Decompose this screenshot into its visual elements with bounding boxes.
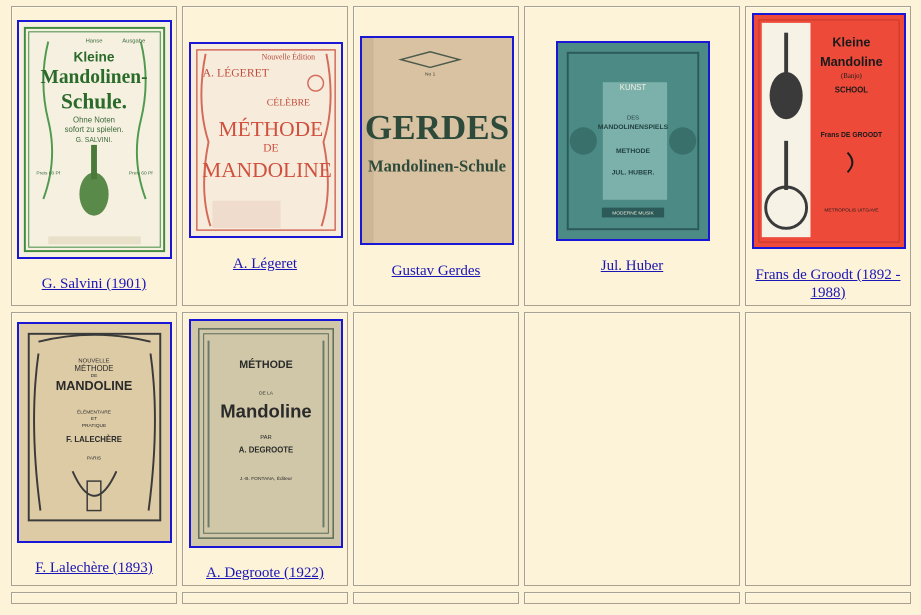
gallery-cell: Hanse Ausgabe Kleine Mandolinen- Schule.… xyxy=(11,6,177,306)
cover-text: MÉTHODE xyxy=(219,117,324,141)
cover-art: No 1 GERDES Mandolinen-Schule xyxy=(362,38,512,243)
cover-text: (Banjo) xyxy=(841,73,862,80)
cover-text: DE LA xyxy=(259,391,274,397)
gallery-cell-empty xyxy=(524,312,740,586)
book-caption-link[interactable]: Gustav Gerdes xyxy=(354,262,518,280)
cover-text: MANDOLINENSPIELS xyxy=(598,124,669,131)
cover-art: Nouvelle Édition A. LÉGERET CÉLÈBRE MÉTH… xyxy=(191,44,341,236)
gallery-cell: KUNST DES MANDOLINENSPIELS METHODE JUL. … xyxy=(524,6,740,306)
cover-text: MODERNE MUSIK xyxy=(612,210,654,216)
cover-text: Ausgabe xyxy=(122,39,145,45)
cover-text: SCHOOL xyxy=(835,86,868,95)
cover-text: CÉLÈBRE xyxy=(267,97,310,109)
cover-text: No 1 xyxy=(425,71,436,77)
cover-text: MÉTHODE xyxy=(239,358,293,371)
cover-text: MANDOLINE xyxy=(56,378,133,393)
cover-text: ÉLÉMENTAIRE xyxy=(77,408,112,415)
cover-text: MANDOLINE xyxy=(202,158,332,182)
book-cover-image-legeret[interactable]: Nouvelle Édition A. LÉGERET CÉLÈBRE MÉTH… xyxy=(189,42,343,238)
gallery-cell-empty xyxy=(182,592,348,604)
book-cover-image-gerdes[interactable]: No 1 GERDES Mandolinen-Schule xyxy=(360,36,514,245)
cover-text: Schule. xyxy=(61,89,127,113)
gallery-cell-empty xyxy=(11,592,177,604)
cover-text: Preis 60 Pf xyxy=(36,170,60,176)
cover-text: A. DEGROOTE xyxy=(239,446,293,455)
cover-gallery-table: Hanse Ausgabe Kleine Mandolinen- Schule.… xyxy=(0,0,921,615)
cover-text: METHODE xyxy=(616,148,650,155)
cover-text: A. LÉGERET xyxy=(203,65,269,79)
gallery-cell-empty xyxy=(745,312,911,586)
cover-text: Frans DE GROODT xyxy=(821,132,883,139)
cover-text: G. SALVINI. xyxy=(76,137,113,144)
gallery-cell-empty xyxy=(745,592,911,604)
cover-text: KUNST xyxy=(620,83,647,92)
cover-text: PAR xyxy=(260,435,272,441)
gallery-cell-empty xyxy=(353,592,519,604)
cover-text: Mandolinen- xyxy=(40,67,147,88)
cover-text: J.-B. FONTANA, Éditeur xyxy=(240,475,293,482)
cover-text: JUL. HUBER. xyxy=(612,169,655,176)
cover-text: DES xyxy=(627,115,639,121)
gallery-cell: No 1 GERDES Mandolinen-Schule Gustav Ger… xyxy=(353,6,519,306)
cover-text: sofort zu spielen. xyxy=(65,125,124,134)
cover-text: Mandoline xyxy=(820,54,883,69)
book-caption-link[interactable]: G. Salvini (1901) xyxy=(12,275,176,293)
cover-art: MÉTHODE DE LA Mandoline PAR A. DEGROOTE … xyxy=(191,321,341,546)
cover-text: PRATIQUE xyxy=(82,423,107,429)
gallery-cell: NOUVELLE MÉTHODE DE MANDOLINE ÉLÉMENTAIR… xyxy=(11,312,177,586)
cover-art: NOUVELLE MÉTHODE DE MANDOLINE ÉLÉMENTAIR… xyxy=(19,324,170,541)
book-cover-image-salvini[interactable]: Hanse Ausgabe Kleine Mandolinen- Schule.… xyxy=(17,20,172,259)
cover-text: Preis 60 Pf xyxy=(129,170,153,176)
cover-text: Kleine xyxy=(832,34,870,49)
book-caption-link[interactable]: A. Degroote (1922) xyxy=(183,564,347,582)
cover-text: Mandolinen-Schule xyxy=(368,156,506,175)
cover-art: Hanse Ausgabe Kleine Mandolinen- Schule.… xyxy=(19,22,170,257)
cover-text: METROPOLIS UITGAVE xyxy=(824,208,879,214)
cover-text: ET xyxy=(91,416,97,422)
book-cover-image-degroote[interactable]: MÉTHODE DE LA Mandoline PAR A. DEGROOTE … xyxy=(189,319,343,548)
book-cover-image-degroodt[interactable]: Kleine Mandoline (Banjo) SCHOOL Frans DE… xyxy=(752,13,906,249)
book-caption-link[interactable]: Frans de Groodt (1892 - 1988) xyxy=(746,266,910,302)
cover-text: PARIS xyxy=(87,455,102,461)
cover-text: Hanse xyxy=(86,39,103,45)
cover-text: Ohne Noten xyxy=(73,115,115,124)
gallery-cell-empty xyxy=(524,592,740,604)
cover-art: Kleine Mandoline (Banjo) SCHOOL Frans DE… xyxy=(754,15,904,247)
gallery-cell: Kleine Mandoline (Banjo) SCHOOL Frans DE… xyxy=(745,6,911,306)
book-caption-link[interactable]: F. Lalechère (1893) xyxy=(12,559,176,577)
cover-art: KUNST DES MANDOLINENSPIELS METHODE JUL. … xyxy=(558,43,708,239)
cover-text: F. LALECHÈRE xyxy=(66,435,122,444)
gallery-cell: MÉTHODE DE LA Mandoline PAR A. DEGROOTE … xyxy=(182,312,348,586)
book-caption-link[interactable]: Jul. Huber xyxy=(525,257,739,275)
book-cover-image-lalechere[interactable]: NOUVELLE MÉTHODE DE MANDOLINE ÉLÉMENTAIR… xyxy=(17,322,172,543)
cover-text: MÉTHODE xyxy=(75,364,114,373)
gallery-cell: Nouvelle Édition A. LÉGERET CÉLÈBRE MÉTH… xyxy=(182,6,348,306)
cover-text: GERDES xyxy=(365,108,509,147)
cover-text: Nouvelle Édition xyxy=(262,52,315,62)
book-cover-image-huber[interactable]: KUNST DES MANDOLINENSPIELS METHODE JUL. … xyxy=(556,41,710,241)
cover-text: DE xyxy=(263,142,279,155)
mandolin-illustration xyxy=(769,72,803,120)
cover-text: Mandoline xyxy=(220,400,311,421)
gallery-cell-empty xyxy=(353,312,519,586)
book-caption-link[interactable]: A. Légeret xyxy=(183,255,347,273)
cover-text: Kleine xyxy=(74,49,115,64)
